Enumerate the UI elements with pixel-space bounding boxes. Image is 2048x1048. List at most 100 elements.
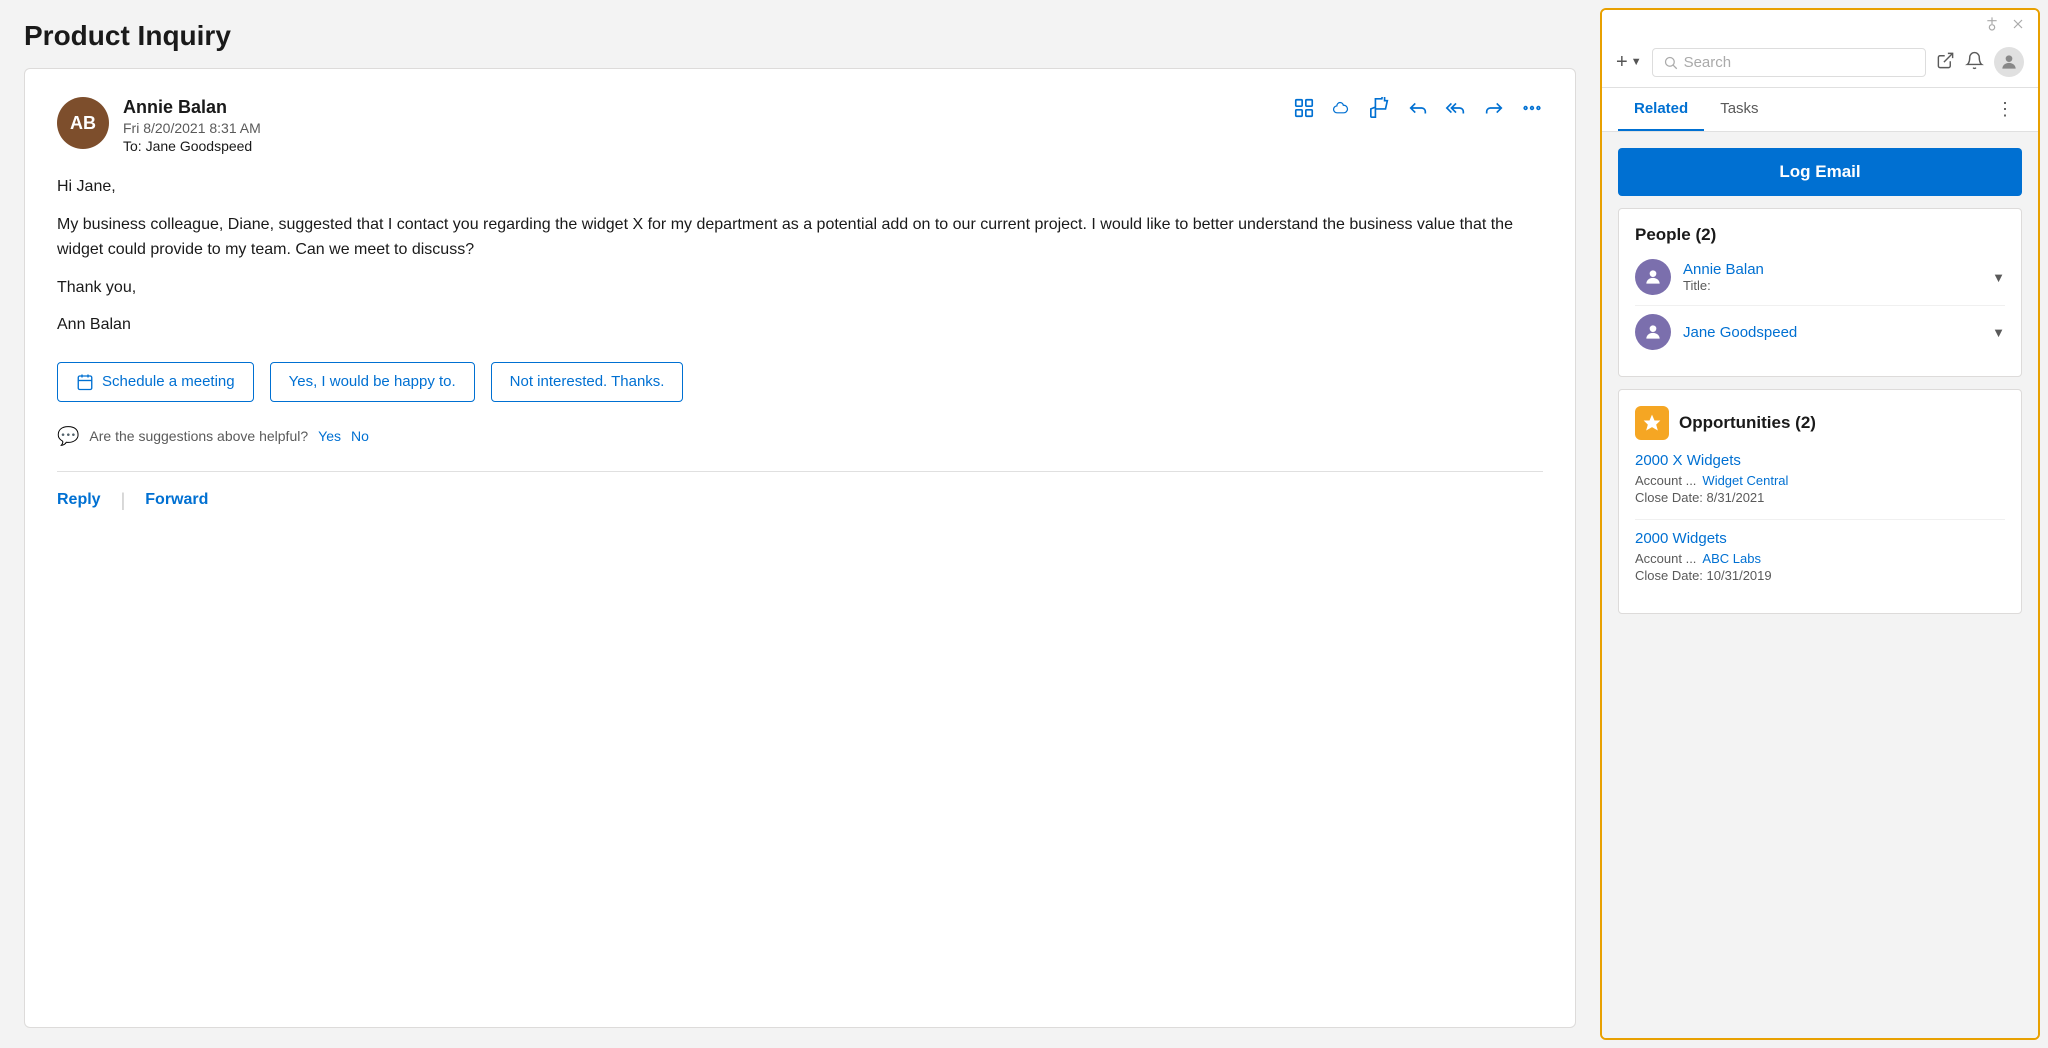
jane-expand-icon[interactable]: ▼: [1992, 325, 2005, 340]
page-title: Product Inquiry: [24, 20, 1576, 52]
right-panel: + ▼ Search Related: [1600, 8, 2040, 1040]
title-label: Title:: [1683, 278, 1711, 293]
user-avatar-button[interactable]: [1994, 47, 2024, 77]
person-divider: [1635, 305, 2005, 306]
jane-info: Jane Goodspeed: [1683, 324, 1980, 341]
annie-avatar: [1635, 259, 1671, 295]
annie-title: Title:: [1683, 278, 1980, 293]
opp-divider: [1635, 519, 2005, 520]
person-icon: [1643, 322, 1663, 342]
people-section-title: People (2): [1635, 225, 2005, 245]
opp2-name-link[interactable]: 2000 Widgets: [1635, 530, 2005, 547]
helpful-yes-link[interactable]: Yes: [318, 428, 341, 444]
sender-info: Annie Balan Fri 8/20/2021 8:31 AM To: Ja…: [123, 97, 1293, 154]
log-email-button[interactable]: Log Email: [1618, 148, 2022, 196]
search-icon: [1663, 55, 1678, 70]
opp1-account-link[interactable]: Widget Central: [1702, 473, 1788, 488]
people-section: People (2) Annie Balan Title: ▼: [1618, 208, 2022, 377]
opportunities-icon: [1635, 406, 1669, 440]
opp2-account: Account ... ABC Labs: [1635, 551, 2005, 566]
pin-window-button[interactable]: [1984, 16, 2000, 35]
not-interested-label: Not interested. Thanks.: [510, 373, 665, 390]
user-icon: [1999, 52, 2019, 72]
thumbs-up-icon[interactable]: [1369, 97, 1391, 119]
pin-icon: [1984, 16, 2000, 32]
opportunities-header: Opportunities (2): [1635, 406, 2005, 440]
email-body: Hi Jane, My business colleague, Diane, s…: [57, 174, 1543, 338]
opportunity-item: 2000 X Widgets Account ... Widget Centra…: [1635, 452, 2005, 505]
opp1-close-value: 8/31/2021: [1707, 490, 1765, 505]
helpful-text: Are the suggestions above helpful?: [89, 428, 308, 444]
email-footer: Reply | Forward: [57, 471, 1543, 511]
email-header: AB Annie Balan Fri 8/20/2021 8:31 AM To:…: [57, 97, 1543, 154]
happy-to-label: Yes, I would be happy to.: [289, 373, 456, 390]
external-link-button[interactable]: [1936, 51, 1955, 73]
person-icon: [1643, 267, 1663, 287]
right-panel-header: + ▼ Search: [1602, 37, 2038, 88]
reply-button[interactable]: Reply: [57, 491, 121, 509]
opp1-close-date: Close Date: 8/31/2021: [1635, 490, 2005, 505]
opp1-close-label: Close Date:: [1635, 490, 1703, 505]
opp2-account-label: Account ...: [1635, 551, 1696, 566]
sender-name: Annie Balan: [123, 97, 1293, 118]
opp1-account: Account ... Widget Central: [1635, 473, 2005, 488]
right-content: Log Email People (2) Annie Balan Title:: [1602, 132, 2038, 1038]
opp1-account-label: Account ...: [1635, 473, 1696, 488]
search-bar[interactable]: Search: [1652, 48, 1926, 77]
left-panel: Product Inquiry AB Annie Balan Fri 8/20/…: [0, 0, 1600, 1048]
suggestion-buttons: Schedule a meeting Yes, I would be happy…: [57, 362, 1543, 402]
happy-to-button[interactable]: Yes, I would be happy to.: [270, 362, 475, 402]
more-icon[interactable]: [1521, 97, 1543, 119]
not-interested-button[interactable]: Not interested. Thanks.: [491, 362, 684, 402]
avatar: AB: [57, 97, 109, 149]
opp2-close-date: Close Date: 10/31/2019: [1635, 568, 2005, 583]
helpful-row: 💬 Are the suggestions above helpful? Yes…: [57, 426, 1543, 447]
person-item: Jane Goodspeed ▼: [1635, 314, 2005, 350]
to-label: To:: [123, 138, 142, 154]
external-link-icon: [1936, 51, 1955, 70]
forward-icon[interactable]: [1483, 97, 1505, 119]
reply-icon[interactable]: [1407, 97, 1429, 119]
opportunity-item: 2000 Widgets Account ... ABC Labs Close …: [1635, 530, 2005, 583]
tabs-more-icon[interactable]: ⋮: [1988, 91, 2022, 128]
bell-icon: [1965, 51, 1984, 70]
salesforce-icon[interactable]: [1331, 97, 1353, 119]
opportunities-title: Opportunities (2): [1679, 413, 1816, 433]
footer-divider: |: [121, 490, 126, 511]
to-name: Jane Goodspeed: [146, 138, 253, 154]
opportunities-section: Opportunities (2) 2000 X Widgets Account…: [1618, 389, 2022, 614]
annie-info: Annie Balan Title:: [1683, 261, 1980, 293]
sign-name: Ann Balan: [57, 312, 1543, 338]
jane-name-link[interactable]: Jane Goodspeed: [1683, 324, 1980, 341]
bell-button[interactable]: [1965, 51, 1984, 73]
add-caret: ▼: [1631, 56, 1642, 68]
schedule-meeting-label: Schedule a meeting: [102, 373, 235, 390]
tab-tasks[interactable]: Tasks: [1704, 88, 1774, 131]
opp2-account-link[interactable]: ABC Labs: [1702, 551, 1761, 566]
close-icon: [2010, 16, 2026, 32]
schedule-meeting-button[interactable]: Schedule a meeting: [57, 362, 254, 402]
opp1-name-link[interactable]: 2000 X Widgets: [1635, 452, 2005, 469]
opp2-close-label: Close Date:: [1635, 568, 1703, 583]
calendar-icon: [76, 373, 94, 391]
tabs-row: Related Tasks ⋮: [1602, 88, 2038, 132]
jane-avatar: [1635, 314, 1671, 350]
grid-icon[interactable]: [1293, 97, 1315, 119]
sign-off: Thank you,: [57, 275, 1543, 301]
speech-bubble-icon: 💬: [57, 426, 79, 447]
search-placeholder: Search: [1684, 54, 1732, 71]
greeting: Hi Jane,: [57, 174, 1543, 200]
helpful-no-link[interactable]: No: [351, 428, 369, 444]
add-new-button[interactable]: + ▼: [1616, 51, 1642, 74]
tab-related[interactable]: Related: [1618, 88, 1704, 131]
email-card: AB Annie Balan Fri 8/20/2021 8:31 AM To:…: [24, 68, 1576, 1028]
reply-all-icon[interactable]: [1445, 97, 1467, 119]
body-text: My business colleague, Diane, suggested …: [57, 212, 1543, 263]
close-window-button[interactable]: [2010, 16, 2026, 35]
annie-expand-icon[interactable]: ▼: [1992, 270, 2005, 285]
send-date: Fri 8/20/2021 8:31 AM: [123, 120, 1293, 136]
annie-name-link[interactable]: Annie Balan: [1683, 261, 1980, 278]
forward-button[interactable]: Forward: [145, 491, 228, 509]
email-actions: [1293, 97, 1543, 119]
crown-icon: [1642, 413, 1662, 433]
